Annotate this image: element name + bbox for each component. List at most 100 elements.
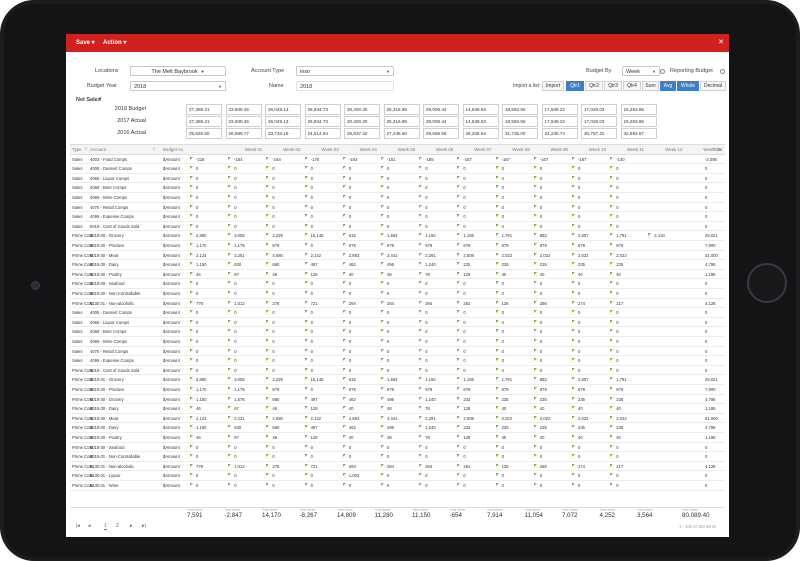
- week-cell[interactable]: 0: [463, 195, 465, 200]
- grid-header-cell[interactable]: Week 10: [589, 147, 606, 152]
- week-cell[interactable]: 0: [387, 205, 389, 210]
- week-cell[interactable]: 0: [272, 185, 274, 190]
- week-cell[interactable]: 0: [540, 185, 542, 190]
- week-cell[interactable]: 0: [196, 205, 198, 210]
- week-cell[interactable]: 0: [616, 224, 618, 229]
- week-cell[interactable]: 0: [349, 310, 351, 315]
- week-cell[interactable]: 679: [502, 243, 509, 248]
- week-cell[interactable]: 294: [349, 464, 356, 469]
- week-cell[interactable]: 294: [425, 301, 432, 306]
- week-cell[interactable]: 0: [502, 358, 504, 363]
- week-cell[interactable]: 0: [463, 329, 465, 334]
- week-cell[interactable]: 0: [387, 310, 389, 315]
- week-cell[interactable]: 679: [387, 243, 394, 248]
- week-cell[interactable]: 235: [616, 262, 623, 267]
- row-budget-as[interactable]: $Amount: [163, 483, 180, 488]
- week-cell[interactable]: 48: [387, 435, 392, 440]
- grid-header-cell[interactable]: Week 05: [398, 147, 415, 152]
- week-cell[interactable]: 0: [425, 320, 427, 325]
- week-cell[interactable]: 1,751: [616, 377, 626, 382]
- week-cell[interactable]: 0: [616, 329, 618, 334]
- week-cell[interactable]: 660: [272, 425, 279, 430]
- row-budget-as[interactable]: $Amount: [163, 233, 180, 238]
- week-cell[interactable]: 882: [540, 377, 547, 382]
- row-budget-as[interactable]: $Amount: [163, 281, 180, 286]
- tab-sum[interactable]: Sum: [642, 81, 659, 91]
- week-cell[interactable]: 0: [272, 445, 274, 450]
- week-cell[interactable]: 0: [387, 185, 389, 190]
- week-cell[interactable]: 0: [463, 320, 465, 325]
- week-cell[interactable]: 2,022: [502, 416, 512, 421]
- week-cell[interactable]: 0: [502, 185, 504, 190]
- week-cell[interactable]: 0: [349, 205, 351, 210]
- week-cell[interactable]: 0: [463, 368, 465, 373]
- row-budget-as[interactable]: $Amount: [163, 377, 180, 382]
- week-cell[interactable]: 0: [272, 339, 274, 344]
- week-cell[interactable]: 0: [616, 281, 618, 286]
- week-cell[interactable]: 1,751: [616, 233, 626, 238]
- week-cell[interactable]: 0: [349, 195, 351, 200]
- week-cell[interactable]: 497: [311, 397, 318, 402]
- week-cell[interactable]: 0: [616, 205, 618, 210]
- week-cell[interactable]: 0: [387, 483, 389, 488]
- week-cell[interactable]: 0: [425, 166, 427, 171]
- week-cell[interactable]: 0: [425, 310, 427, 315]
- row-budget-as[interactable]: $Amount: [163, 301, 180, 306]
- week-cell[interactable]: 0: [349, 349, 351, 354]
- filter-icon[interactable]: ⊤: [152, 147, 156, 153]
- row-budget-as[interactable]: $Amount: [163, 464, 180, 469]
- week-cell[interactable]: 0: [387, 320, 389, 325]
- week-cell[interactable]: 46: [272, 272, 277, 277]
- week-cell[interactable]: 515: [349, 377, 356, 382]
- week-cell[interactable]: 0: [311, 176, 313, 181]
- week-cell[interactable]: 0: [463, 214, 465, 219]
- week-cell[interactable]: 0: [578, 349, 580, 354]
- row-budget-as[interactable]: $Amount: [163, 454, 180, 459]
- week-cell[interactable]: 0: [349, 224, 351, 229]
- week-cell[interactable]: 67: [234, 435, 239, 440]
- week-cell[interactable]: -218: [196, 157, 204, 162]
- week-cell[interactable]: 281: [463, 464, 470, 469]
- grid-header-cell[interactable]: Total: [713, 147, 722, 152]
- week-cell[interactable]: 2,124: [196, 253, 206, 258]
- week-cell[interactable]: 0: [425, 291, 427, 296]
- week-cell[interactable]: 0: [463, 166, 465, 171]
- week-cell[interactable]: 0: [540, 310, 542, 315]
- week-cell[interactable]: 0: [349, 454, 351, 459]
- week-cell[interactable]: 679: [616, 387, 623, 392]
- week-cell[interactable]: 0: [387, 454, 389, 459]
- week-cell[interactable]: 0: [578, 195, 580, 200]
- week-cell[interactable]: 2,507: [578, 233, 588, 238]
- last-page-icon[interactable]: ▸|: [142, 523, 146, 529]
- week-cell[interactable]: 0: [578, 291, 580, 296]
- week-cell[interactable]: 48: [387, 406, 392, 411]
- row-budget-as[interactable]: $Amount: [163, 253, 180, 258]
- week-cell[interactable]: 0: [502, 329, 504, 334]
- week-cell[interactable]: 0: [349, 368, 351, 373]
- week-cell[interactable]: 46: [272, 435, 277, 440]
- summary-cell[interactable]: 15,263.65: [620, 104, 657, 115]
- week-cell[interactable]: 679: [616, 243, 623, 248]
- week-cell[interactable]: 67: [234, 272, 239, 277]
- week-cell[interactable]: 0: [272, 224, 274, 229]
- week-cell[interactable]: -178: [311, 157, 319, 162]
- week-cell[interactable]: 0: [272, 473, 274, 478]
- week-cell[interactable]: 0: [502, 224, 504, 229]
- week-cell[interactable]: 679: [349, 243, 356, 248]
- week-cell[interactable]: 1,554: [387, 377, 397, 382]
- week-cell[interactable]: 274: [578, 464, 585, 469]
- week-cell[interactable]: 0: [311, 320, 313, 325]
- row-budget-as[interactable]: $Amount: [163, 368, 180, 373]
- week-cell[interactable]: 679: [578, 243, 585, 248]
- week-cell[interactable]: 0: [578, 358, 580, 363]
- row-budget-as[interactable]: $Amount: [163, 416, 180, 421]
- week-cell[interactable]: -167: [578, 157, 586, 162]
- week-cell[interactable]: 2,221: [234, 416, 244, 421]
- week-cell[interactable]: 232: [463, 397, 470, 402]
- week-cell[interactable]: 0: [234, 185, 236, 190]
- week-cell[interactable]: 0: [387, 195, 389, 200]
- week-cell[interactable]: 0: [349, 291, 351, 296]
- week-cell[interactable]: 0: [578, 320, 580, 325]
- week-cell[interactable]: 0: [387, 281, 389, 286]
- week-cell[interactable]: 0: [616, 358, 618, 363]
